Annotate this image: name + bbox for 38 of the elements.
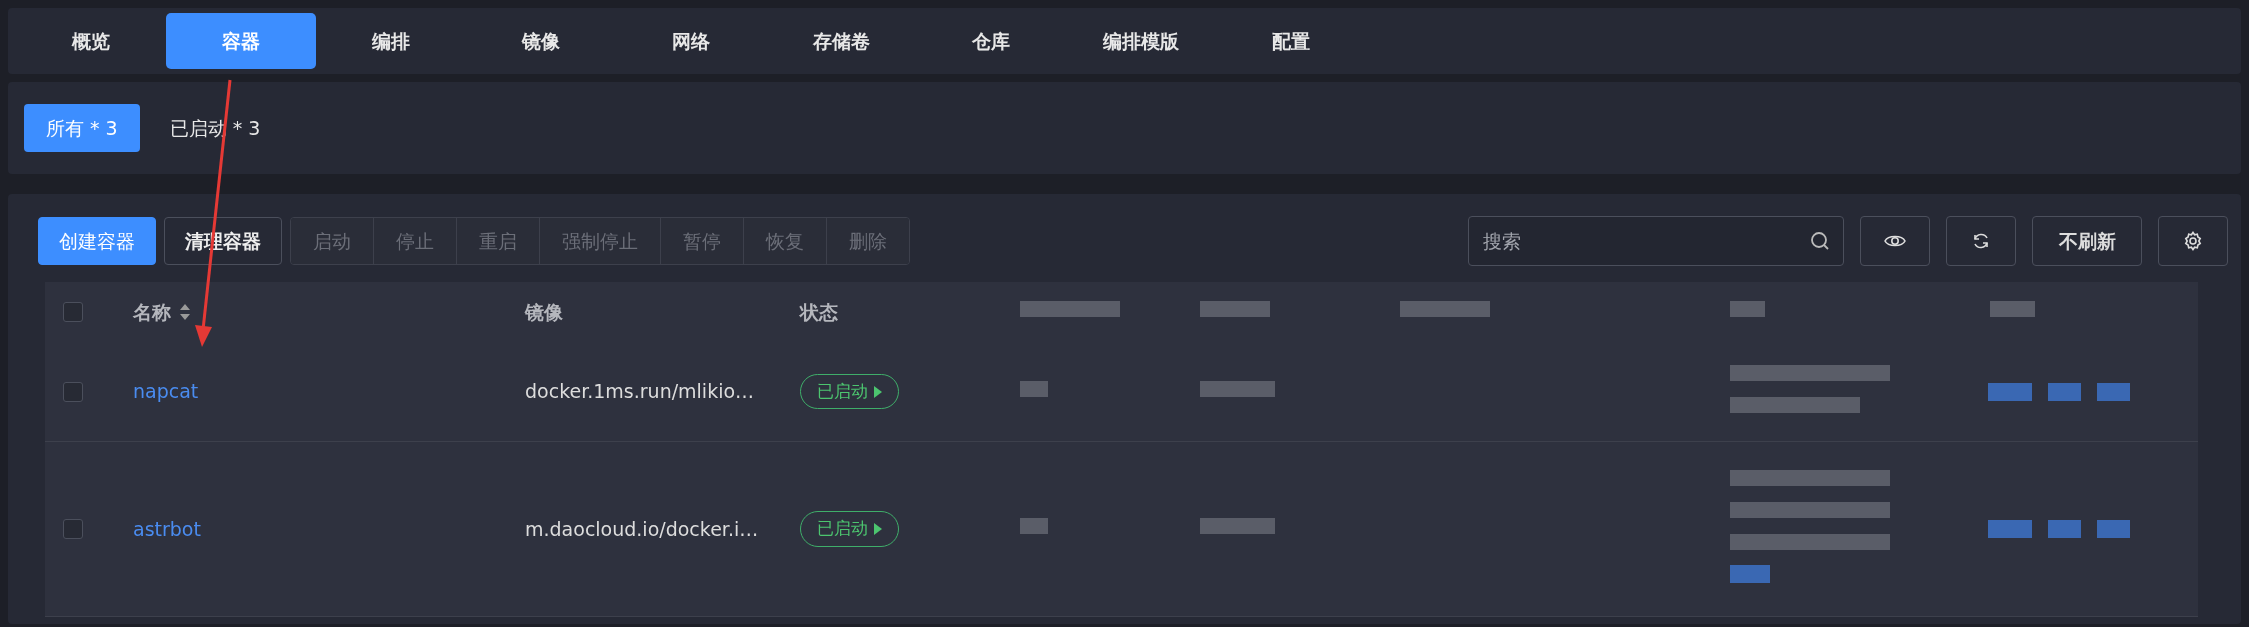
sort-icon[interactable] [179,303,191,321]
search-field[interactable]: 搜索 [1468,216,1844,266]
toolbar-button[interactable]: 创建容器 [38,217,156,265]
filter-tab[interactable]: 所有 * 3 [24,104,140,152]
play-icon [874,385,882,398]
pixelated-block [1730,301,1765,317]
column-header: 状态 [800,299,838,325]
settings-icon [2183,231,2203,251]
settings-button[interactable] [2158,216,2228,266]
play-icon [874,523,882,535]
nav-tab[interactable]: 仓库 [916,13,1066,69]
pixelated-block [1020,380,1048,397]
nav-tab[interactable]: 编排模版 [1066,13,1216,69]
search-icon [1810,231,1830,251]
refresh-button[interactable] [1946,216,2016,266]
column-header: 镜像 [525,299,563,325]
nav-tab[interactable]: 编排 [316,13,466,69]
nav-tab[interactable]: 配置 [1216,13,1366,69]
auto-refresh-button[interactable]: 不刷新 [2032,216,2142,266]
nav-tab[interactable]: 容器 [166,13,316,69]
row-checkbox[interactable] [63,519,83,539]
refresh-icon [1972,232,1990,250]
nav-tab[interactable]: 概览 [16,13,166,69]
visibility-button[interactable] [1860,216,1930,266]
image-name: docker.1ms.run/mlikio… [525,380,755,403]
column-header[interactable]: 名称 [133,297,171,327]
nav-tab[interactable]: 网络 [616,13,766,69]
pixelated-block [1200,301,1270,317]
image-name: m.daocloud.io/docker.i… [525,517,759,540]
pixelated-block [1990,301,2035,317]
nav-tab[interactable]: 存储卷 [766,13,916,69]
container-link[interactable]: astrbot [133,517,201,540]
container-link[interactable]: napcat [133,380,199,403]
nav-tab[interactable]: 镜像 [466,13,616,69]
pixelated-block [1020,518,1048,534]
select-all-checkbox[interactable] [63,302,83,322]
eye-icon [1884,233,1906,249]
row-checkbox[interactable] [63,381,83,402]
